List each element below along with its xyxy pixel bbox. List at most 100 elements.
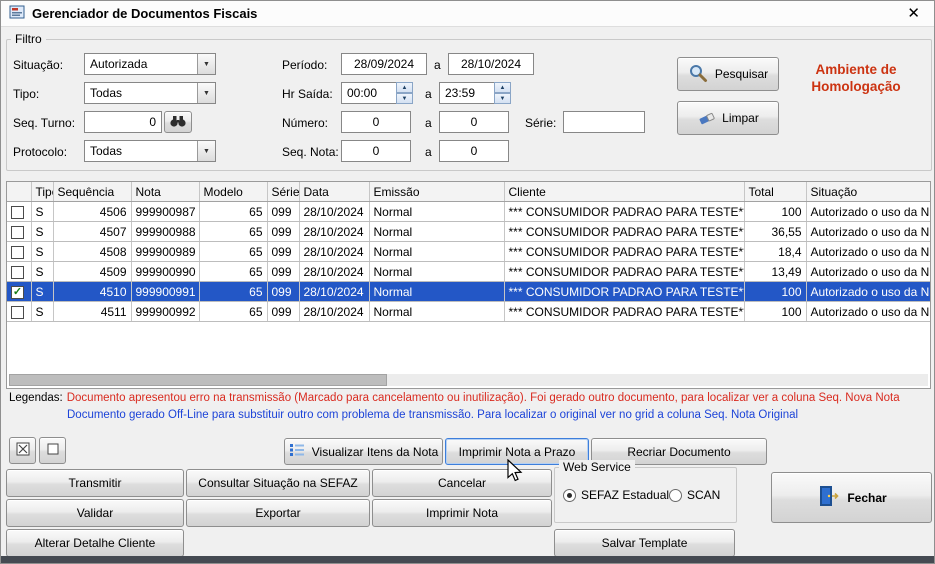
close-icon[interactable]: ✕ bbox=[901, 4, 926, 23]
column-header[interactable]: Série bbox=[267, 182, 300, 202]
spinner-down-icon[interactable]: ▼ bbox=[494, 93, 511, 104]
checked-box-icon bbox=[16, 442, 30, 459]
radio-sefaz-estadual-label: SEFAZ Estadual bbox=[581, 488, 670, 502]
column-header[interactable]: Sequência bbox=[53, 182, 132, 202]
validar-label: Validar bbox=[76, 506, 114, 520]
transmitir-button[interactable]: Transmitir bbox=[6, 469, 184, 497]
column-header[interactable]: Emissão bbox=[369, 182, 505, 202]
check-all-button[interactable] bbox=[9, 437, 36, 464]
hr-from-input[interactable]: 00:00 bbox=[341, 82, 397, 104]
eraser-icon bbox=[697, 108, 715, 129]
chevron-down-icon: ▼ bbox=[197, 83, 215, 103]
documents-grid: Tipo Sequência Nota Modelo Série Data Em… bbox=[6, 181, 931, 389]
hr-saida-label: Hr Saída: bbox=[282, 87, 333, 101]
column-header[interactable]: Situação bbox=[806, 182, 930, 202]
exportar-label: Exportar bbox=[255, 506, 301, 520]
serie-input[interactable] bbox=[563, 111, 645, 133]
legend-red-text: Documento apresentou erro na transmissão… bbox=[66, 392, 900, 404]
cancelar-button[interactable]: Cancelar bbox=[372, 469, 552, 497]
alterar-detalhe-button[interactable]: Alterar Detalhe Cliente bbox=[6, 529, 184, 557]
consultar-sefaz-button[interactable]: Consultar Situação na SEFAZ bbox=[186, 469, 370, 497]
protocolo-select[interactable]: Todas ▼ bbox=[84, 140, 216, 162]
filter-group-label: Filtro bbox=[11, 32, 46, 46]
numero-label: Número: bbox=[282, 116, 329, 130]
binoculars-icon bbox=[169, 115, 187, 130]
hr-to-input[interactable]: 23:59 bbox=[439, 82, 495, 104]
recriar-documento-label: Recriar Documento bbox=[627, 444, 731, 459]
salvar-template-button[interactable]: Salvar Template bbox=[554, 529, 735, 557]
validar-button[interactable]: Validar bbox=[6, 499, 184, 527]
periodo-to-input[interactable]: 28/10/2024 bbox=[448, 53, 534, 75]
column-header[interactable]: Nota bbox=[131, 182, 200, 202]
salvar-template-label: Salvar Template bbox=[601, 536, 688, 550]
column-header[interactable]: Tipo bbox=[31, 182, 54, 202]
row-checkbox[interactable] bbox=[11, 305, 24, 319]
table-row[interactable]: S 4511 999900992 65 099 28/10/2024 Norma… bbox=[7, 301, 930, 322]
periodo-label: Período: bbox=[282, 58, 328, 72]
hr-to-stepper[interactable]: ▲ ▼ bbox=[494, 82, 511, 104]
imprimir-nota-button[interactable]: Imprimir Nota bbox=[372, 499, 552, 527]
seq-turno-search-button[interactable] bbox=[164, 111, 192, 133]
visualizar-itens-button[interactable]: Visualizar Itens da Nota bbox=[284, 438, 443, 465]
consultar-sefaz-label: Consultar Situação na SEFAZ bbox=[198, 476, 358, 490]
environment-banner: Ambiente de Homologação bbox=[811, 62, 901, 94]
radio-dot-icon bbox=[563, 488, 576, 502]
table-row[interactable]: S 4507 999900988 65 099 28/10/2024 Norma… bbox=[7, 221, 930, 242]
numero-from-input[interactable]: 0 bbox=[341, 111, 411, 133]
uncheck-all-button[interactable] bbox=[39, 437, 66, 464]
visualizar-itens-label: Visualizar Itens da Nota bbox=[311, 444, 439, 459]
legend-blue-text: Documento gerado Off-Line para substitui… bbox=[67, 409, 799, 421]
radio-sefaz-estadual[interactable]: SEFAZ Estadual bbox=[563, 488, 669, 502]
door-exit-icon bbox=[816, 484, 840, 511]
situacao-select[interactable]: Autorizada ▼ bbox=[84, 53, 216, 75]
periodo-from-input[interactable]: 28/09/2024 bbox=[341, 53, 427, 75]
spinner-down-icon[interactable]: ▼ bbox=[396, 93, 413, 104]
imprimir-prazo-label: Imprimir Nota a Prazo bbox=[458, 444, 576, 459]
table-row[interactable]: S 4509 999900990 65 099 28/10/2024 Norma… bbox=[7, 261, 930, 282]
search-icon bbox=[688, 63, 708, 86]
row-checkbox-checked[interactable]: ✓ bbox=[11, 285, 24, 299]
radio-scan-label: SCAN bbox=[687, 488, 721, 502]
situacao-label: Situação: bbox=[13, 58, 64, 72]
row-checkbox[interactable] bbox=[11, 205, 24, 219]
spinner-up-icon[interactable]: ▲ bbox=[396, 82, 413, 93]
table-row-selected[interactable]: ✓ S 4510 999900991 65 099 28/10/2024 Nor… bbox=[7, 281, 930, 302]
column-header[interactable]: Cliente bbox=[504, 182, 745, 202]
seq-nota-from-input[interactable]: 0 bbox=[341, 140, 411, 162]
horizontal-scrollbar[interactable] bbox=[9, 374, 928, 386]
seq-nota-label: Seq. Nota: bbox=[282, 145, 339, 159]
row-checkbox[interactable] bbox=[11, 225, 24, 239]
protocolo-label: Protocolo: bbox=[13, 145, 68, 159]
chevron-down-icon: ▼ bbox=[197, 141, 215, 161]
column-header[interactable]: Data bbox=[299, 182, 370, 202]
fechar-button[interactable]: Fechar bbox=[771, 472, 932, 523]
horizontal-scrollbar-thumb[interactable] bbox=[9, 374, 387, 386]
table-row[interactable]: S 4506 999900987 65 099 28/10/2024 Norma… bbox=[7, 201, 930, 222]
taskbar-edge bbox=[1, 556, 934, 563]
seq-nota-to-input[interactable]: 0 bbox=[439, 140, 509, 162]
seq-nota-range-sep: a bbox=[425, 145, 432, 159]
seq-turno-input[interactable]: 0 bbox=[84, 111, 162, 133]
limpar-label: Limpar bbox=[722, 111, 759, 125]
row-checkbox[interactable] bbox=[11, 245, 24, 259]
list-icon bbox=[289, 443, 305, 460]
column-header[interactable]: Total bbox=[744, 182, 807, 202]
tipo-select[interactable]: Todas ▼ bbox=[84, 82, 216, 104]
limpar-button[interactable]: Limpar bbox=[677, 101, 779, 135]
periodo-range-sep: a bbox=[434, 58, 441, 72]
pesquisar-button[interactable]: Pesquisar bbox=[677, 57, 779, 91]
column-header[interactable]: Modelo bbox=[199, 182, 268, 202]
table-row[interactable]: S 4508 999900989 65 099 28/10/2024 Norma… bbox=[7, 241, 930, 262]
serie-label: Série: bbox=[525, 116, 557, 130]
transmitir-label: Transmitir bbox=[68, 476, 122, 490]
row-checkbox[interactable] bbox=[11, 265, 24, 279]
numero-to-input[interactable]: 0 bbox=[439, 111, 509, 133]
numero-range-sep: a bbox=[425, 116, 432, 130]
alterar-detalhe-label: Alterar Detalhe Cliente bbox=[34, 536, 156, 550]
radio-scan[interactable]: SCAN bbox=[669, 488, 720, 502]
spinner-up-icon[interactable]: ▲ bbox=[494, 82, 511, 93]
legend-line-1: Legendas: Documento apresentou erro na tr… bbox=[9, 392, 931, 404]
hr-from-stepper[interactable]: ▲ ▼ bbox=[396, 82, 413, 104]
tipo-label: Tipo: bbox=[13, 87, 40, 101]
exportar-button[interactable]: Exportar bbox=[186, 499, 370, 527]
